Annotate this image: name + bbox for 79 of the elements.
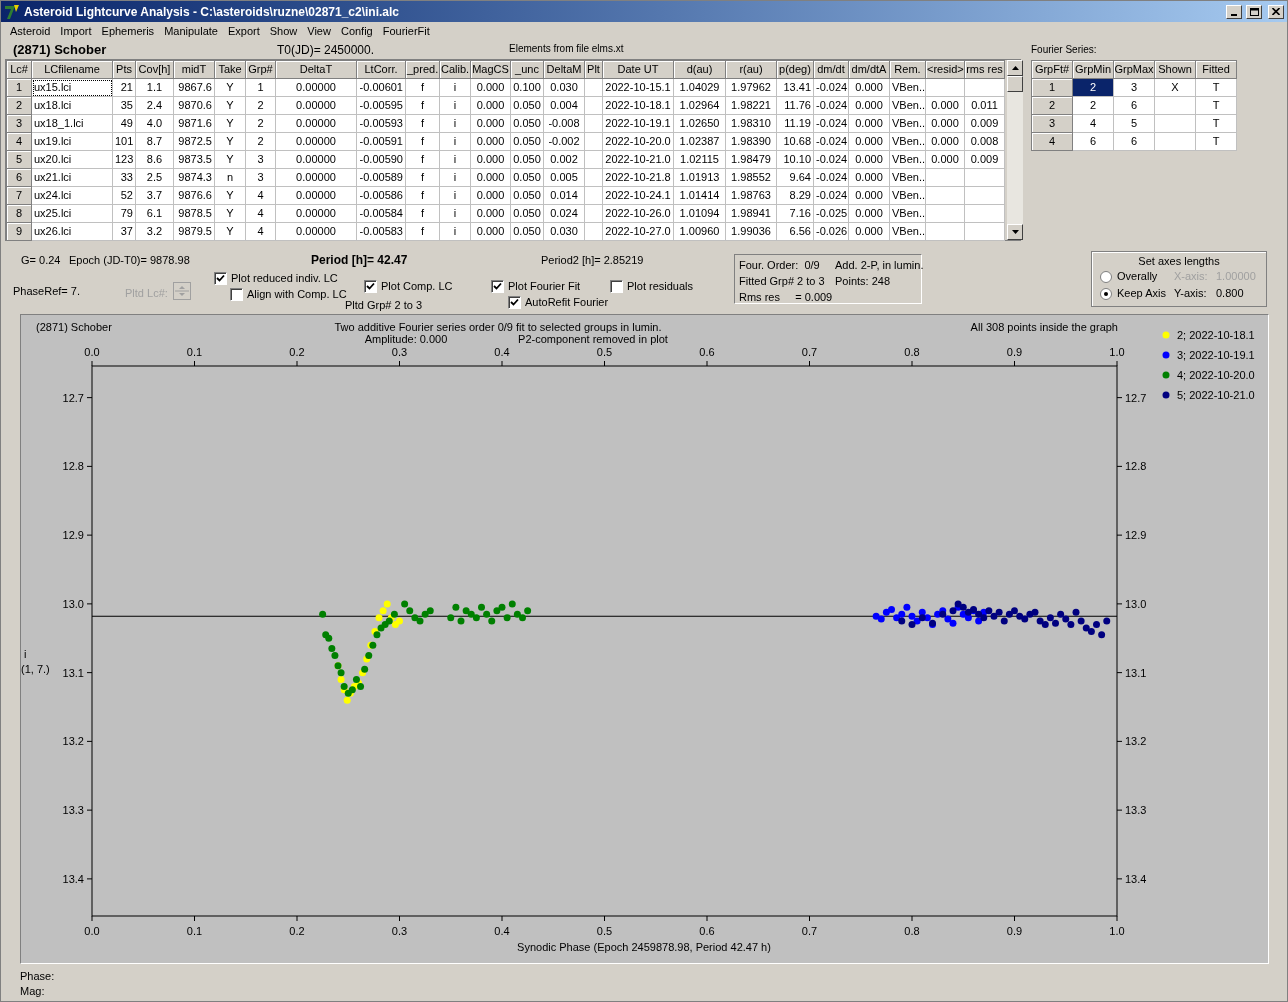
period-value: Period [h]= 42.47 <box>311 252 408 269</box>
checkbox-label: Plot Comp. LC <box>381 279 453 294</box>
tick-label: 0.1 <box>186 925 203 937</box>
plotted-group-range: Pltd Grp# 2 to 3 <box>345 298 423 313</box>
tick-label: 0.7 <box>801 346 818 358</box>
tick-label: 12.7 <box>62 391 84 404</box>
plot-note: P2-component removed in plot <box>518 333 668 345</box>
legend-label: 2; 2022-10-18.1 <box>1177 329 1255 341</box>
tick-label: 0.4 <box>494 925 510 937</box>
tick-label: 0.6 <box>699 346 715 358</box>
fourier-series-label: Fourier Series: <box>1031 43 1098 57</box>
tick-label: 12.7 <box>1125 391 1147 404</box>
tick-label: 0.1 <box>186 346 203 358</box>
tick-label: 12.8 <box>1125 460 1147 473</box>
tick-label: 0.6 <box>699 925 715 937</box>
tick-label: 0.3 <box>391 346 408 358</box>
axis-value: 0.800 <box>1216 286 1244 302</box>
tick-label: 12.9 <box>62 529 84 542</box>
fit-info-text: Add. 2-P, in lumin. <box>835 258 924 273</box>
tick-label: 13.1 <box>62 666 84 679</box>
tick-label: 0.0 <box>84 346 100 358</box>
tick-label: 13.3 <box>1125 804 1147 817</box>
axis-title: Synodic Phase (Epoch 2459878.98, Period 42.47 h) <box>517 941 771 953</box>
plot-title: Two additive Fourier series order 0/9 fit to selected groups in lumin. <box>334 321 662 333</box>
legend-label: 4; 2022-10-20.0 <box>1177 369 1255 381</box>
phase-ref-value: PhaseRef= 7. <box>13 284 80 299</box>
tick-label: 12.9 <box>1125 529 1147 542</box>
tick-label: 0.9 <box>1006 346 1023 358</box>
checkbox-label: Plot reduced indiv. LC <box>231 271 338 286</box>
points-count: All 308 points inside the graph <box>970 321 1118 333</box>
group-title: Set axes lengths <box>1138 254 1220 268</box>
g-value: G= 0.24 <box>21 253 61 268</box>
tick-label: 13.4 <box>62 872 84 885</box>
fit-info-text: Rms res = 0.009 <box>739 290 834 305</box>
tick-label: 0.4 <box>494 346 510 358</box>
fit-info-text: Points: 248 <box>835 274 892 289</box>
tick-label: 12.8 <box>62 460 84 473</box>
radio-label: Keep Axis <box>1117 286 1166 302</box>
tick-label: 0.2 <box>289 925 305 937</box>
fit-info-text: Four. Order: 0/9 <box>739 258 821 273</box>
tick-label: 0.8 <box>904 346 920 358</box>
legend-label: 5; 2022-10-21.0 <box>1177 389 1255 401</box>
tick-label: 1.0 <box>1109 925 1125 937</box>
checkbox-label: Plot Fourier Fit <box>508 279 581 294</box>
tick-label: 0.0 <box>84 925 100 937</box>
tick-label: 13.0 <box>62 597 84 610</box>
tick-label: 13.2 <box>62 735 84 748</box>
tick-label: 0.7 <box>801 925 818 937</box>
checkbox-label: AutoRefit Fourier <box>525 295 609 310</box>
tick-label: 0.5 <box>596 346 613 358</box>
asteroid-name: (2871) Schober <box>12 42 108 58</box>
tick-label: 0.5 <box>596 925 613 937</box>
tick-label: 0.8 <box>904 925 920 937</box>
tick-label: 13.3 <box>62 804 84 817</box>
elements-source: Elements from file elms.xt <box>509 42 624 56</box>
tick-label: 13.1 <box>1125 666 1147 679</box>
tick-label: 0.3 <box>391 925 408 937</box>
checkbox-label: Plot residuals <box>627 279 694 294</box>
status-label: Mag: <box>20 984 46 999</box>
legend-label: 3; 2022-10-19.1 <box>1177 349 1255 361</box>
window-title: Asteroid Lightcurve Analysis - C:\asteroids\ruzne\02871_c2\ini.alc <box>24 3 400 21</box>
reference-epoch: T0(JD)= 2450000. <box>277 42 376 58</box>
amplitude-text: Amplitude: 0.000 <box>364 333 448 345</box>
axis-title: i <box>24 648 27 660</box>
tick-label: 0.9 <box>1006 925 1023 937</box>
status-label: Phase: <box>20 969 56 984</box>
tick-label: 0.2 <box>289 346 305 358</box>
fit-info-text: Fitted Grp# 2 to 3 <box>739 274 826 289</box>
checkbox-label: Align with Comp. LC <box>247 287 347 301</box>
radio-label: Overally <box>1117 269 1158 285</box>
tick-label: 13.2 <box>1125 735 1147 748</box>
axis-note: (1, 7.) <box>21 663 50 675</box>
epoch-value: Epoch (JD-T0)= 9878.98 <box>69 253 190 268</box>
period2-value: Period2 [h]= 2.85219 <box>541 253 644 268</box>
tick-label: 13.4 <box>1125 872 1147 885</box>
tick-label: 1.0 <box>1109 346 1125 358</box>
axis-label: Y-axis: <box>1174 286 1208 302</box>
object-name: (2871) Schober <box>36 321 112 333</box>
tick-label: 13.0 <box>1125 597 1147 610</box>
